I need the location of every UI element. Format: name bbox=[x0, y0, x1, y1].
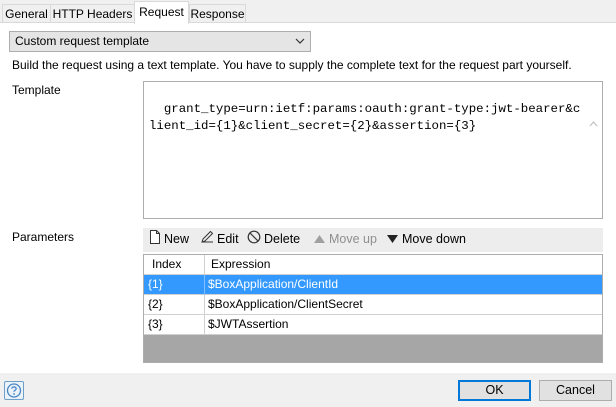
delete-button[interactable]: Delete bbox=[247, 228, 300, 252]
template-label: Template bbox=[12, 83, 61, 97]
new-button[interactable]: New bbox=[149, 228, 189, 252]
pencil-icon bbox=[200, 229, 214, 251]
move-down-button-label: Move down bbox=[402, 232, 466, 246]
column-header-index[interactable]: Index bbox=[148, 255, 204, 275]
request-mode-value: Custom request template bbox=[15, 34, 150, 48]
tab-http-headers[interactable]: HTTP Headers bbox=[50, 4, 135, 23]
delete-icon bbox=[247, 229, 261, 251]
arrow-down-icon bbox=[386, 229, 399, 251]
row-index: {2} bbox=[148, 297, 163, 311]
template-scrollbar[interactable] bbox=[585, 82, 602, 247]
row-expression: $JWTAssertion bbox=[208, 317, 289, 331]
move-up-button-label: Move up bbox=[329, 232, 377, 246]
tab-request[interactable]: Request bbox=[134, 1, 189, 24]
parameters-toolbar: New Edit Delete Move up Move down bbox=[143, 228, 603, 252]
parameters-table: Index Expression {1} $BoxApplication/Cli… bbox=[143, 254, 603, 363]
table-row[interactable]: {3} $JWTAssertion bbox=[144, 315, 602, 335]
cancel-button[interactable]: Cancel bbox=[539, 380, 612, 401]
request-mode-select[interactable]: Custom request template bbox=[9, 31, 311, 52]
move-up-button[interactable]: Move up bbox=[313, 228, 377, 252]
tab-bar: General HTTP Headers Request Response bbox=[0, 0, 616, 24]
column-divider bbox=[204, 255, 205, 275]
move-down-button[interactable]: Move down bbox=[386, 228, 466, 252]
table-row[interactable]: {2} $BoxApplication/ClientSecret bbox=[144, 295, 602, 315]
edit-button-label: Edit bbox=[217, 232, 239, 246]
chevron-down-icon bbox=[295, 32, 305, 58]
edit-button[interactable]: Edit bbox=[200, 228, 239, 252]
help-icon bbox=[5, 383, 23, 402]
parameters-label: Parameters bbox=[12, 230, 75, 244]
row-index: {3} bbox=[148, 317, 163, 331]
row-index: {1} bbox=[148, 277, 163, 291]
help-button[interactable] bbox=[4, 381, 24, 400]
scroll-up-icon[interactable] bbox=[585, 82, 602, 127]
new-document-icon bbox=[149, 229, 161, 251]
template-text: grant_type=urn:ietf:params:oauth:grant-t… bbox=[149, 102, 581, 133]
delete-button-label: Delete bbox=[264, 232, 301, 246]
new-button-label: New bbox=[164, 232, 190, 246]
tab-general[interactable]: General bbox=[2, 4, 51, 23]
table-header: Index Expression bbox=[144, 255, 602, 275]
arrow-up-icon bbox=[313, 229, 326, 251]
table-row[interactable]: {1} $BoxApplication/ClientId bbox=[144, 275, 602, 295]
tab-response[interactable]: Response bbox=[189, 4, 246, 23]
row-expression: $BoxApplication/ClientId bbox=[208, 277, 339, 291]
request-description: Build the request using a text template.… bbox=[12, 58, 572, 72]
scroll-down-icon[interactable] bbox=[585, 201, 602, 247]
template-textarea[interactable]: grant_type=urn:ietf:params:oauth:grant-t… bbox=[143, 81, 603, 247]
row-expression: $BoxApplication/ClientSecret bbox=[208, 297, 363, 311]
ok-button[interactable]: OK bbox=[458, 380, 531, 401]
column-header-expression[interactable]: Expression bbox=[207, 255, 597, 275]
